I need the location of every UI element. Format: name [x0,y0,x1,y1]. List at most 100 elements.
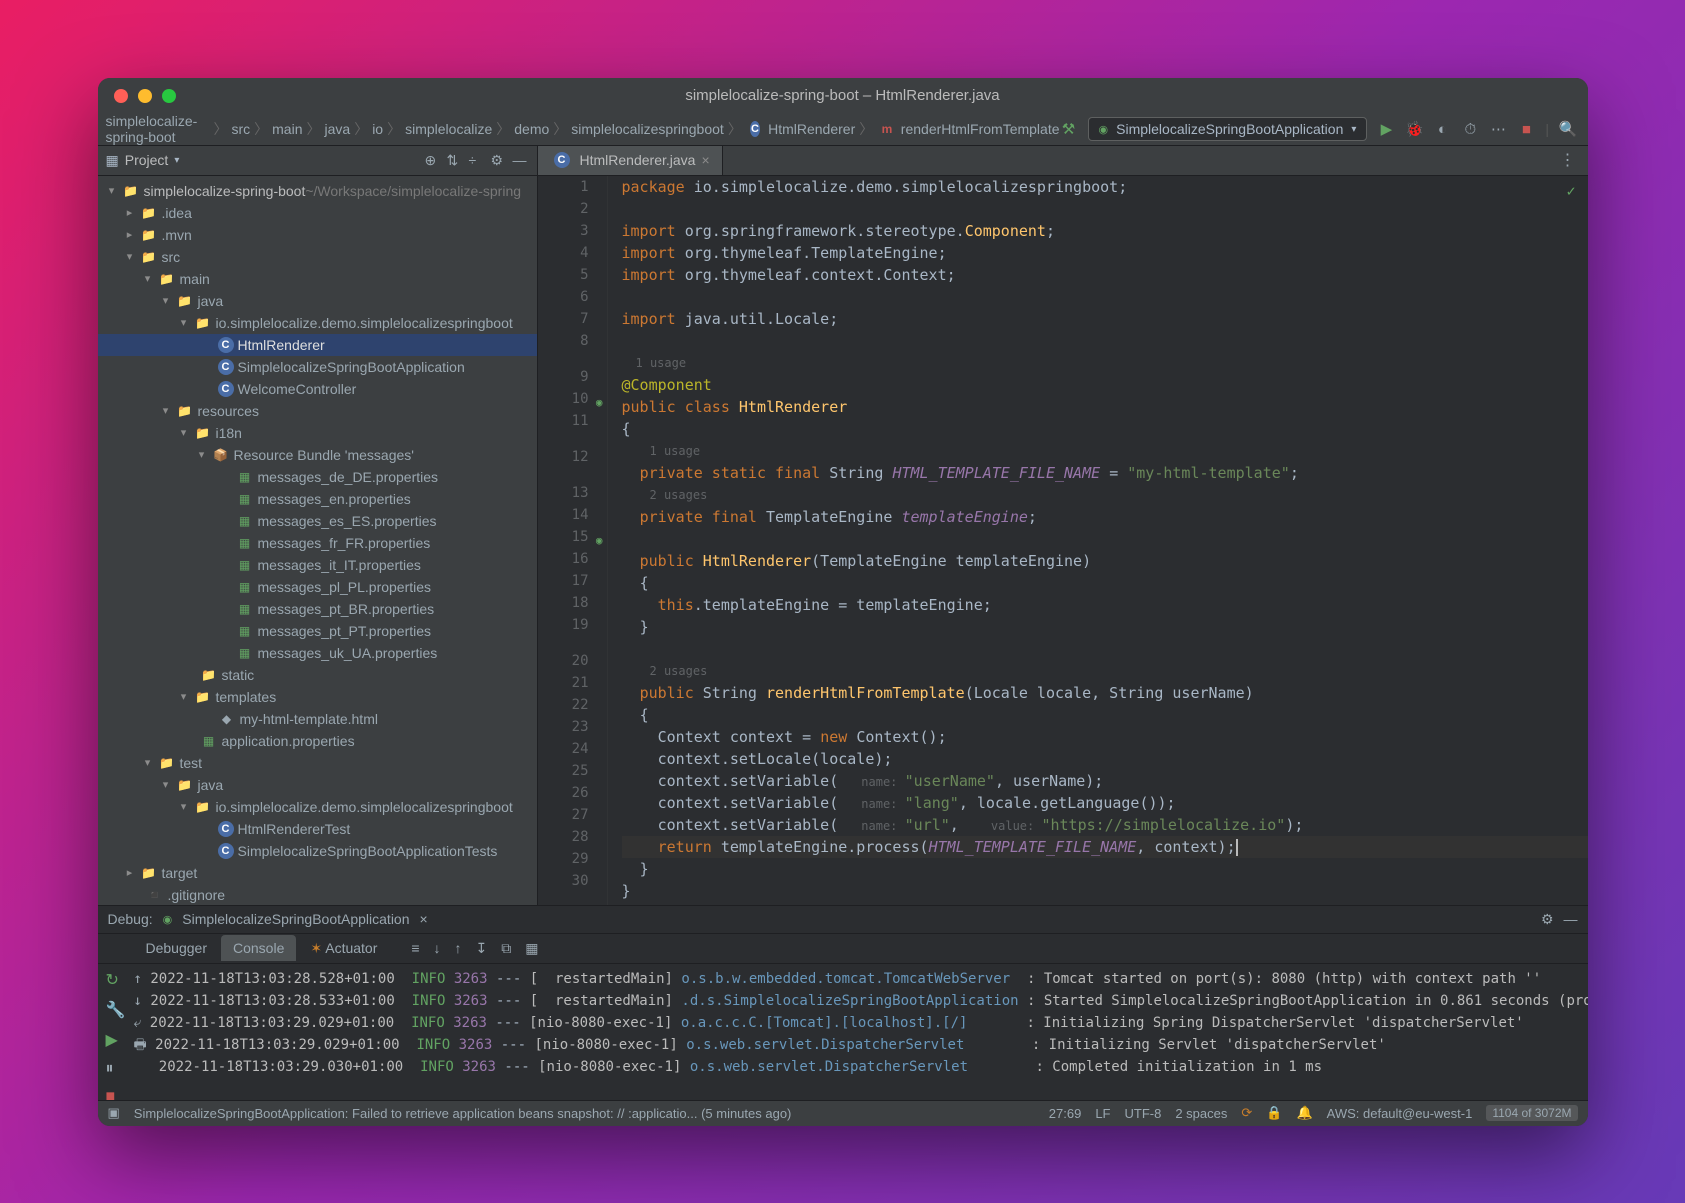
tree-item[interactable]: ▸📁.mvn [98,224,537,246]
usage-hint[interactable]: 2 usages [622,484,1588,506]
tool-window-icon[interactable]: ▣ [108,1105,120,1121]
tree-item[interactable]: ▾📁io.simplelocalize.demo.simplelocalizes… [98,796,537,818]
sync-icon[interactable]: ⟳ [1241,1105,1252,1121]
tree-item[interactable]: ▾📁i18n [98,422,537,444]
tree-item[interactable]: ▦messages_pt_BR.properties [98,598,537,620]
run-to-cursor-icon[interactable]: ↧ [476,940,488,957]
run-icon[interactable]: ▶ [1377,120,1395,138]
run-config-dropdown[interactable]: ◉ SimplelocalizeSpringBootApplication ▾ [1088,117,1368,141]
tree-item[interactable]: ▸📁.idea [98,202,537,224]
status-message[interactable]: SimplelocalizeSpringBootApplication: Fai… [134,1106,792,1121]
pause-icon[interactable]: ⏸ [106,1060,126,1078]
search-icon[interactable]: 🔍 [1559,120,1577,138]
tree-item[interactable]: ▾📁resources [98,400,537,422]
resume-icon[interactable]: ▶ [106,1030,126,1050]
memory-indicator[interactable]: 1104 of 3072M [1486,1105,1577,1121]
editor-tab[interactable]: C HtmlRenderer.java × [538,146,723,176]
bc-sl[interactable]: simplelocalize [405,121,492,137]
close-tab-icon[interactable]: × [701,152,709,168]
attach-icon[interactable]: ⋯ [1489,120,1507,138]
tab-menu-icon[interactable]: ⋮ [1560,150,1588,170]
tab-actuator[interactable]: ✶ Actuator [298,935,389,962]
hide-icon[interactable]: — [513,152,529,168]
bc-project[interactable]: simplelocalize-spring-boot [106,113,210,145]
tree-item[interactable]: ▦application.properties [98,730,537,752]
tree-item[interactable]: ▦messages_pt_PT.properties [98,620,537,642]
checkmark-icon[interactable]: ✓ [1566,182,1575,200]
tree-item[interactable]: ▦messages_fr_FR.properties [98,532,537,554]
tree-item-selected[interactable]: CHtmlRenderer [98,334,537,356]
tree-item[interactable]: ▾📁main [98,268,537,290]
arrow-icon[interactable]: ↑ [134,971,151,987]
arrow-icon[interactable]: ↓ [134,993,151,1009]
encoding[interactable]: UTF-8 [1124,1106,1161,1121]
bc-pkg[interactable]: simplelocalizespringboot [571,121,724,137]
project-label[interactable]: Project [125,152,169,168]
evaluate-icon[interactable]: ⧉ [501,940,511,957]
tree-item[interactable]: CSimplelocalizeSpringBootApplicationTest… [98,840,537,862]
code-editor[interactable]: 12345678 910◉11 12 131415◉16171819 20212… [538,176,1588,905]
spring-bean-icon[interactable]: ◉ [596,392,603,414]
close-run-tab-icon[interactable]: × [420,911,428,927]
code-content[interactable]: package io.simplelocalize.demo.simpleloc… [608,176,1588,905]
bc-demo[interactable]: demo [514,121,549,137]
cursor-position[interactable]: 27:69 [1049,1106,1082,1121]
tree-item[interactable]: ▦messages_en.properties [98,488,537,510]
stop-icon[interactable]: ■ [1517,120,1535,138]
tree-item[interactable]: CHtmlRendererTest [98,818,537,840]
chevron-down-icon[interactable]: ▾ [174,155,179,166]
bc-main[interactable]: main [272,121,302,137]
step-into-icon[interactable]: ↓ [434,940,441,957]
bc-io[interactable]: io [372,121,383,137]
hide-icon[interactable]: — [1564,911,1578,927]
tree-item[interactable]: ◾.gitignore [98,884,537,905]
mute-bp-icon[interactable]: ▦ [525,940,538,957]
usage-hint[interactable]: 2 usages [622,660,1588,682]
tree-item[interactable]: CSimplelocalizeSpringBootApplication [98,356,537,378]
project-tree[interactable]: ▾📁simplelocalize-spring-boot ~/Workspace… [98,176,537,905]
notifications-icon[interactable]: 🔔 [1296,1105,1312,1121]
line-separator[interactable]: LF [1095,1106,1110,1121]
debug-config-name[interactable]: SimplelocalizeSpringBootApplication [182,911,409,927]
tree-item[interactable]: ▾📁templates [98,686,537,708]
tree-item[interactable]: ▾📦Resource Bundle 'messages' [98,444,537,466]
tree-item[interactable]: ▦messages_de_DE.properties [98,466,537,488]
console-output[interactable]: ↑ 2022-11-18T13:03:28.528+01:00 INFO 326… [134,964,1588,1100]
tab-console[interactable]: Console [221,935,296,961]
tree-item[interactable]: ▾📁test [98,752,537,774]
tree-item[interactable]: ▾📁src [98,246,537,268]
tree-item[interactable]: 📁static [98,664,537,686]
tree-item[interactable]: ▾📁java [98,290,537,312]
step-over-icon[interactable]: ≡ [411,940,419,957]
usage-hint[interactable]: 1 usage [622,352,1588,374]
close-window[interactable] [114,89,128,103]
collapse-icon[interactable]: ÷ [469,152,485,168]
usage-hint[interactable]: 1 usage [622,440,1588,462]
gear-icon[interactable]: ⚙ [1541,911,1554,928]
bc-java[interactable]: java [325,121,351,137]
bc-method[interactable]: renderHtmlFromTemplate [901,121,1060,137]
wrap-icon[interactable]: ⤶ [134,1015,150,1031]
tree-item[interactable]: ▦messages_es_ES.properties [98,510,537,532]
tree-item[interactable]: ◆my-html-template.html [98,708,537,730]
rerun-icon[interactable]: ↻ [106,970,126,990]
maximize-window[interactable] [162,89,176,103]
spring-bean-icon[interactable]: ◉ [596,530,603,552]
tree-item[interactable]: ▦messages_it_IT.properties [98,554,537,576]
tree-item[interactable]: ▸📁target [98,862,537,884]
indent[interactable]: 2 spaces [1175,1106,1227,1121]
stop-icon[interactable]: ■ [106,1088,126,1100]
aws-region[interactable]: AWS: default@eu-west-1 [1327,1106,1473,1121]
profile-icon[interactable]: ⏱ [1461,120,1479,138]
tree-item[interactable]: ▦messages_uk_UA.properties [98,642,537,664]
hammer-icon[interactable]: ⚒ [1060,120,1078,138]
bc-class[interactable]: HtmlRenderer [768,121,855,137]
coverage-icon[interactable]: ◐ [1433,120,1451,138]
tree-item[interactable]: ▾📁io.simplelocalize.demo.simplelocalizes… [98,312,537,334]
bc-src[interactable]: src [231,121,250,137]
wrench-icon[interactable]: 🔧 [106,1000,126,1020]
print-icon[interactable]: 🖶 [134,1037,156,1053]
expand-all-icon[interactable]: ⇅ [447,152,463,168]
tree-item[interactable]: CWelcomeController [98,378,537,400]
tree-item[interactable]: ▾📁java [98,774,537,796]
